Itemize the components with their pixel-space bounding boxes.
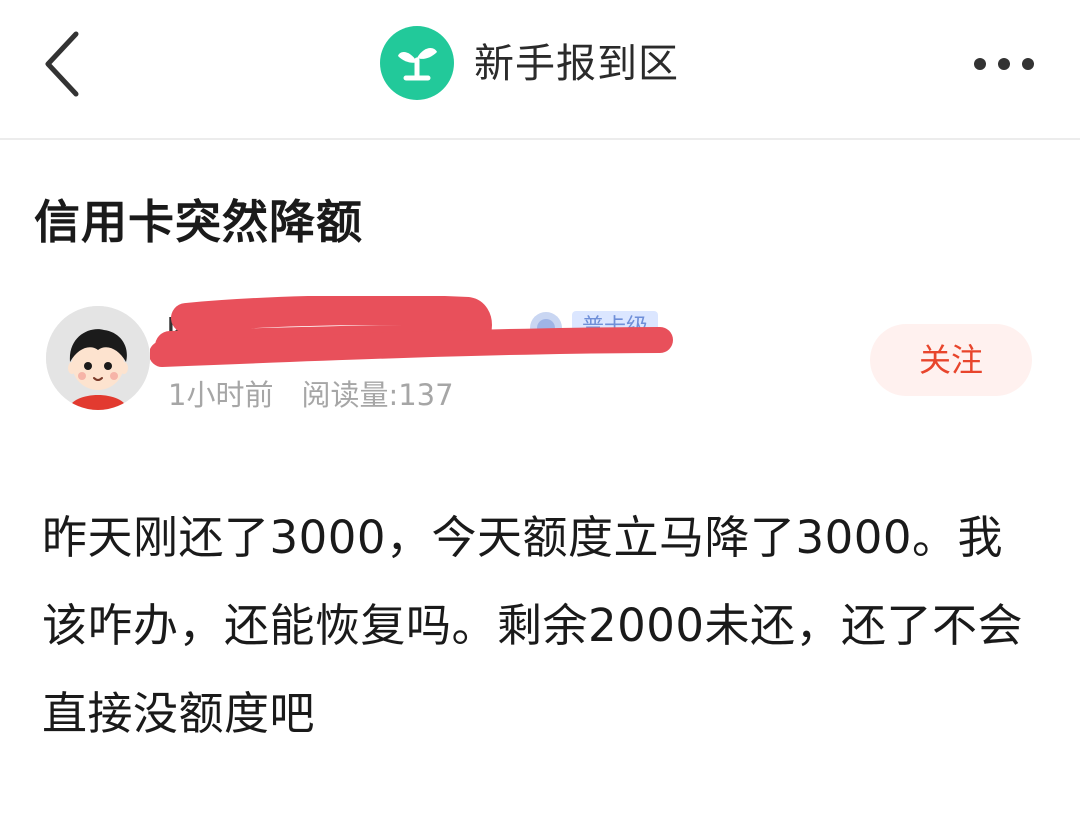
top-navigation-bar: 新手报到区: [0, 0, 1080, 140]
more-dots-icon: [974, 58, 1034, 70]
follow-button[interactable]: 关注: [870, 324, 1032, 396]
back-button[interactable]: [36, 28, 96, 100]
author-avatar[interactable]: [46, 306, 150, 410]
board-logo[interactable]: [380, 26, 454, 100]
read-count: 阅读量:137: [301, 378, 454, 412]
chevron-left-icon: [45, 31, 79, 97]
post-time: 1小时前: [168, 378, 274, 412]
sprout-icon: [398, 48, 437, 81]
more-options-button[interactable]: [968, 48, 1040, 80]
board-title[interactable]: 新手报到区: [474, 36, 679, 92]
cartoon-boy-avatar-icon: [46, 306, 150, 410]
post-body-text: 昨天刚还了3000，今天额度立马降了3000。我该咋办，还能恢复吗。剩余2000…: [42, 511, 1024, 740]
redaction-scribble: [150, 296, 678, 380]
post-title: 信用卡突然降额: [34, 195, 363, 249]
post-meta: 1小时前 阅读量:137: [168, 374, 454, 416]
